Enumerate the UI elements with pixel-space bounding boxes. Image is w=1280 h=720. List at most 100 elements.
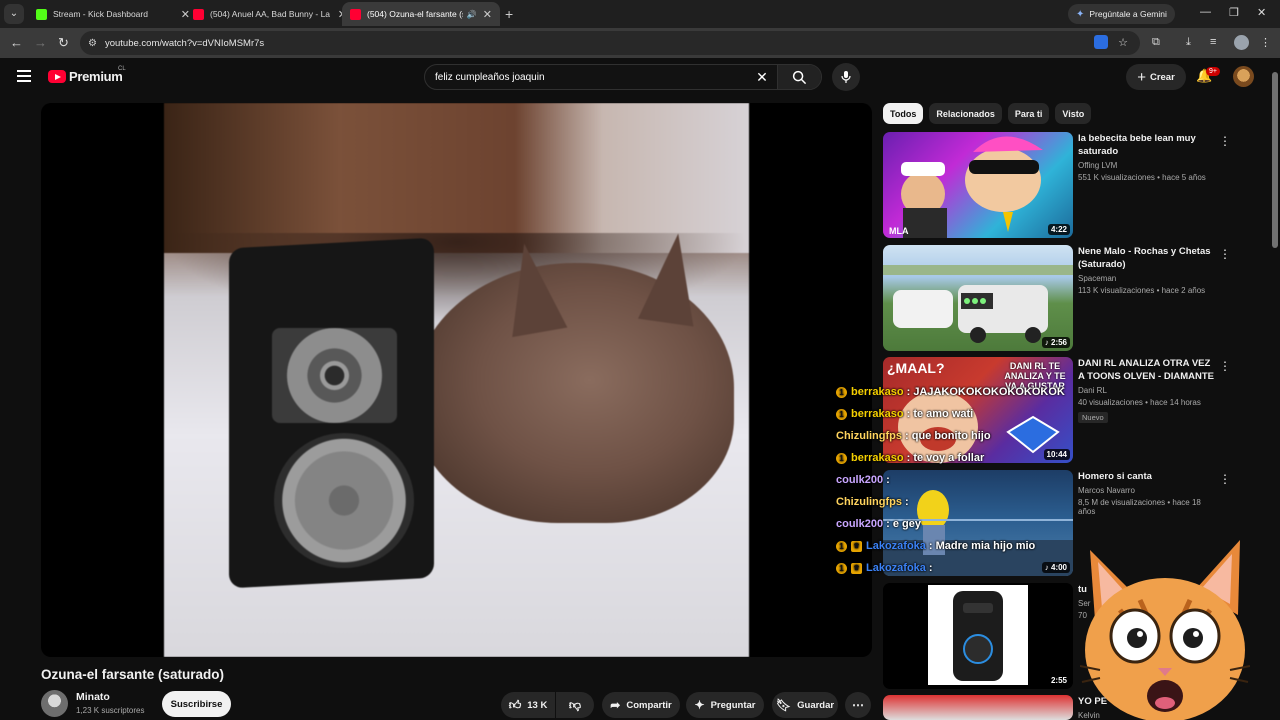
video-player[interactable] bbox=[41, 103, 872, 657]
thumb-maal-text: ¿MAAL? bbox=[887, 360, 945, 376]
search-input[interactable]: feliz cumpleaños joaquin bbox=[425, 72, 747, 83]
like-button[interactable]: 👍︎ 13 K bbox=[501, 692, 555, 718]
crown-badge-icon: ♛ bbox=[851, 540, 862, 552]
subscriber-badge-icon: 1 bbox=[836, 562, 847, 574]
bookmark-star-icon[interactable]: ☆ bbox=[1118, 36, 1128, 49]
channel-name[interactable]: Dani RL bbox=[1078, 386, 1218, 395]
gemini-button[interactable]: ✦ Pregúntale a Gemini bbox=[1068, 4, 1175, 24]
tab-search-button[interactable]: ⌄ bbox=[4, 4, 24, 24]
chat-username[interactable]: berrakaso bbox=[851, 408, 904, 420]
subscribe-button[interactable]: Suscribirse bbox=[162, 691, 231, 717]
country-code: CL bbox=[118, 66, 126, 72]
more-dots-icon: ⋯ bbox=[852, 698, 864, 712]
tab-anuel[interactable]: (504) Anuel AA, Bad Bunny - La ✕ bbox=[185, 2, 355, 26]
chat-text: : bbox=[886, 474, 890, 486]
forward-icon[interactable]: → bbox=[34, 35, 47, 50]
page-scrollbar[interactable] bbox=[1270, 58, 1280, 720]
chat-message: 1 berrakaso: JAJAKOKOKOKOKOKOKOK bbox=[836, 381, 1086, 403]
cartoon-cat-overlay bbox=[1080, 540, 1250, 720]
clear-search-icon[interactable]: ✕ bbox=[747, 69, 777, 86]
video-stats: 113 K visualizaciones • hace 2 años bbox=[1078, 286, 1206, 295]
chat-username[interactable]: coulk200 bbox=[836, 518, 883, 530]
more-actions-button[interactable]: ⋯ bbox=[845, 692, 871, 718]
close-tab-icon[interactable]: ✕ bbox=[483, 8, 492, 21]
profile-avatar[interactable] bbox=[1234, 35, 1249, 50]
sparkle-icon: ✦ bbox=[694, 698, 705, 712]
tab-ozuna[interactable]: (504) Ozuna-el farsante (sat 🔊 ✕ bbox=[342, 2, 500, 26]
channel-name[interactable]: Offing LVM bbox=[1078, 161, 1218, 170]
google-lens-icon[interactable] bbox=[1094, 35, 1108, 49]
extensions-icon[interactable]: ⧉ bbox=[1152, 36, 1160, 49]
site-info-icon[interactable]: ⚙ bbox=[88, 38, 97, 49]
more-options-icon[interactable]: ⋮ bbox=[1219, 472, 1231, 486]
menu-dots-icon[interactable]: ⋮ bbox=[1260, 36, 1271, 49]
dislike-button[interactable]: 👎︎ bbox=[556, 692, 594, 718]
video-stats: 551 K visualizaciones • hace 5 años bbox=[1078, 173, 1206, 182]
more-options-icon[interactable]: ⋮ bbox=[1219, 134, 1231, 148]
chat-username[interactable]: coulk200 bbox=[836, 474, 883, 486]
reload-icon[interactable]: ↻ bbox=[58, 35, 69, 51]
more-options-icon[interactable]: ⋮ bbox=[1219, 359, 1231, 373]
chip-visto[interactable]: Visto bbox=[1055, 103, 1092, 124]
thumb-mla-text: MLA bbox=[889, 226, 909, 236]
scrollbar-thumb[interactable] bbox=[1272, 72, 1278, 248]
chat-username[interactable]: berrakaso bbox=[851, 452, 904, 464]
channel-name[interactable]: Minato bbox=[76, 691, 110, 703]
back-icon[interactable]: ← bbox=[10, 35, 23, 50]
close-window-icon[interactable]: ✕ bbox=[1257, 6, 1266, 19]
chip-para-ti[interactable]: Para ti bbox=[1007, 103, 1050, 124]
chat-username[interactable]: Lakozafoka bbox=[866, 540, 926, 552]
recommendation-item[interactable]: MLA 4:22 la bebecita bebe lean muy satur… bbox=[883, 132, 1263, 238]
speaker-tweeter bbox=[272, 328, 397, 423]
minimize-icon[interactable]: — bbox=[1200, 6, 1211, 18]
more-options-icon[interactable]: ⋮ bbox=[1219, 247, 1231, 261]
reading-list-icon[interactable]: ≡ bbox=[1210, 36, 1216, 48]
audio-playing-icon[interactable]: 🔊 bbox=[467, 10, 477, 19]
plus-icon: + bbox=[1137, 68, 1146, 86]
search-icon bbox=[792, 70, 807, 84]
video-stats: 40 visualizaciones • hace 14 horas bbox=[1078, 398, 1201, 407]
video-title[interactable]: Homero si canta bbox=[1078, 470, 1218, 483]
hamburger-menu-icon[interactable] bbox=[17, 70, 31, 82]
chat-message: Chizulingfps: que bonito hijo bbox=[836, 425, 1086, 447]
video-title[interactable]: la bebecita bebe lean muy saturado bbox=[1078, 132, 1218, 158]
chat-username[interactable]: Chizulingfps bbox=[836, 496, 902, 508]
chat-message: coulk200: bbox=[836, 469, 1086, 491]
chat-username[interactable]: Lakozafoka bbox=[866, 562, 926, 574]
speaker-thumbnail-art bbox=[928, 585, 1028, 685]
chat-username[interactable]: Chizulingfps bbox=[836, 430, 902, 442]
chip-relacionados[interactable]: Relacionados bbox=[929, 103, 1002, 124]
chat-username[interactable]: berrakaso bbox=[851, 386, 904, 398]
tab-kick-dashboard[interactable]: Stream - Kick Dashboard ✕ bbox=[28, 2, 198, 26]
youtube-play-icon bbox=[48, 70, 66, 83]
youtube-premium-logo[interactable]: Premium CL bbox=[48, 66, 126, 84]
recommendation-item[interactable]: ♪ 2:56 Nene Malo - Rochas y Chetas (Satu… bbox=[883, 245, 1263, 351]
microphone-icon bbox=[841, 71, 851, 83]
ask-button[interactable]: ✦ Preguntar bbox=[686, 692, 764, 718]
video-thumbnail[interactable]: ♪ 2:56 bbox=[883, 245, 1073, 351]
video-thumbnail[interactable]: 2:55 bbox=[883, 583, 1073, 689]
voice-search-button[interactable] bbox=[832, 63, 860, 91]
download-icon[interactable]: ⤓ bbox=[1186, 36, 1191, 49]
share-button[interactable]: ➦ Compartir bbox=[602, 692, 680, 718]
channel-avatar[interactable] bbox=[41, 690, 68, 717]
browser-tab-bar: ⌄ Stream - Kick Dashboard ✕ (504) Anuel … bbox=[0, 0, 1280, 28]
channel-name[interactable]: Spaceman bbox=[1078, 274, 1218, 283]
create-button[interactable]: + Crear bbox=[1126, 64, 1186, 90]
new-tab-button[interactable]: + bbox=[505, 6, 513, 22]
address-bar[interactable]: ⚙ youtube.com/watch?v=dVNIoMSMr7s ☆ bbox=[80, 31, 1140, 55]
chat-text: : que bonito hijo bbox=[905, 430, 991, 442]
video-title[interactable]: Nene Malo - Rochas y Chetas (Saturado) bbox=[1078, 245, 1218, 271]
user-avatar[interactable] bbox=[1233, 66, 1254, 87]
chip-todos[interactable]: Todos bbox=[883, 103, 924, 124]
video-thumbnail[interactable] bbox=[883, 695, 1073, 720]
maximize-icon[interactable]: ❐ bbox=[1229, 6, 1239, 19]
filter-chips: Todos Relacionados Para ti Visto bbox=[883, 103, 1092, 124]
gemini-label: Pregúntale a Gemini bbox=[1089, 9, 1167, 19]
video-title[interactable]: DANI RL ANALIZA OTRA VEZ A TOONS OLVEN -… bbox=[1078, 357, 1218, 383]
search-button[interactable] bbox=[777, 65, 821, 89]
channel-name[interactable]: Marcos Navarro bbox=[1078, 486, 1218, 495]
video-thumbnail[interactable]: MLA 4:22 bbox=[883, 132, 1073, 238]
search-box: feliz cumpleaños joaquin ✕ bbox=[424, 64, 822, 90]
save-button[interactable]: 🔖︎ Guardar bbox=[772, 692, 838, 718]
